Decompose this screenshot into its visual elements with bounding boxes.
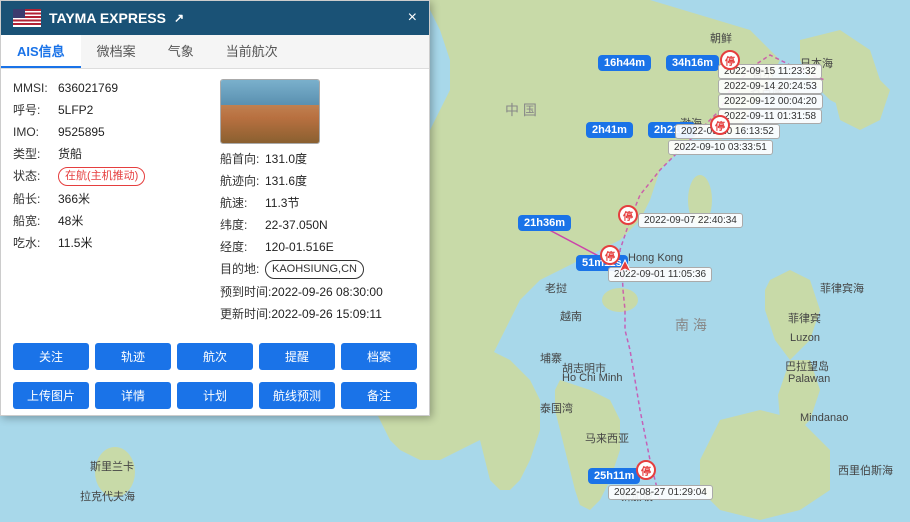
hochiminh-en-label: Ho Chi Minh <box>562 372 623 384</box>
south-sea-label: 南 海 <box>675 315 707 335</box>
imo-value: 9525895 <box>58 123 105 141</box>
ts-6: 2022-09-10 03:33:51 <box>668 140 773 155</box>
heading-value: 131.0度 <box>265 150 307 168</box>
speed-label: 航速: <box>220 194 265 212</box>
alert-button[interactable]: 提醒 <box>259 343 335 370</box>
external-link-icon[interactable]: ↗ <box>174 11 184 25</box>
malaysia-label: 马来西亚 <box>585 430 629 446</box>
callsign-label: 呼号: <box>13 101 58 119</box>
width-label: 船宽: <box>13 212 58 230</box>
time-badge-2: 34h16m <box>666 55 719 71</box>
heading-label: 船首向: <box>220 150 265 168</box>
luzon-label: Luzon <box>790 332 820 344</box>
panel-header: TAYMA EXPRESS ↗ × <box>1 1 429 35</box>
info-right-column: 船首向: 131.0度 航迹向: 131.6度 航速: 11.3节 纬度: 22… <box>220 79 417 327</box>
ts-3: 2022-09-12 00:04:20 <box>718 94 823 109</box>
hongkong-label: Hong Kong <box>628 252 683 264</box>
tab-weather[interactable]: 气象 <box>152 35 210 68</box>
laos-label: 老挝 <box>545 280 567 296</box>
file-button[interactable]: 档案 <box>341 343 417 370</box>
action-buttons-row1: 关注 轨迹 航次 提醒 档案 <box>1 337 429 376</box>
follow-button[interactable]: 关注 <box>13 343 89 370</box>
ts-2: 2022-09-14 20:24:53 <box>718 79 823 94</box>
cog-value: 131.6度 <box>265 172 307 190</box>
mmsi-value: 636021769 <box>58 79 118 97</box>
philippines-label: 菲律宾 <box>788 310 821 326</box>
lat-label: 纬度: <box>220 216 265 234</box>
eta-label: 预到时间: <box>220 283 271 301</box>
info-panel: TAYMA EXPRESS ↗ × AIS信息 微档案 气象 当前航次 MMSI… <box>0 0 430 416</box>
time-badge-1: 16h44m <box>598 55 651 71</box>
ship-photo <box>220 79 320 144</box>
celebes-label: 西里伯斯海 <box>838 462 893 478</box>
flag-icon <box>13 9 41 27</box>
palawan-label: 巴拉望岛 <box>785 358 829 374</box>
laccadive-label: 拉克代夫海 <box>80 488 135 504</box>
ship-name: TAYMA EXPRESS <box>49 10 166 26</box>
philippine-sea-label: 菲律宾海 <box>820 280 864 296</box>
length-label: 船长: <box>13 190 58 208</box>
type-value: 货船 <box>58 145 82 163</box>
callsign-value: 5LFP2 <box>58 101 93 119</box>
cambodia-label: 埔寨 <box>540 350 562 366</box>
voyage-button[interactable]: 航次 <box>177 343 253 370</box>
info-left-column: MMSI: 636021769 呼号: 5LFP2 IMO: 9525895 类… <box>13 79 210 327</box>
plan-button[interactable]: 计划 <box>177 382 253 409</box>
action-buttons-row2: 上传图片 详情 计划 航线预测 备注 <box>1 376 429 415</box>
note-button[interactable]: 备注 <box>341 382 417 409</box>
track-button[interactable]: 轨迹 <box>95 343 171 370</box>
status-label: 状态: <box>13 167 58 185</box>
update-value: 2022-09-26 15:09:11 <box>271 305 382 323</box>
width-value: 48米 <box>58 212 83 230</box>
north-korea-label: 朝鲜 <box>710 30 732 46</box>
china-label: 中 国 <box>505 100 537 120</box>
time-badge-7: 25h11m <box>588 468 640 484</box>
dest-label: 目的地: <box>220 260 265 278</box>
stop-badge-3: 停 <box>618 205 638 225</box>
lat-value: 22-37.050N <box>265 216 328 234</box>
dest-value: KAOHSIUNG,CN <box>265 260 364 279</box>
route-forecast-button[interactable]: 航线预测 <box>259 382 335 409</box>
lon-label: 经度: <box>220 238 265 256</box>
srilanka-label: 斯里兰卡 <box>90 458 134 474</box>
tab-ais[interactable]: AIS信息 <box>1 35 81 68</box>
length-value: 366米 <box>58 190 90 208</box>
close-button[interactable]: × <box>408 10 417 26</box>
ship-position <box>615 258 635 281</box>
update-label: 更新时间: <box>220 305 271 323</box>
draft-label: 吃水: <box>13 234 58 252</box>
ts-9: 2022-08-27 01:29:04 <box>608 485 713 500</box>
tabs-bar: AIS信息 微档案 气象 当前航次 <box>1 35 429 69</box>
eta-value: 2022-09-26 08:30:00 <box>271 283 382 301</box>
mindanao-label: Mindanao <box>800 412 848 424</box>
speed-value: 11.3节 <box>265 194 299 212</box>
tab-voyage[interactable]: 当前航次 <box>210 35 294 68</box>
mmsi-label: MMSI: <box>13 79 58 97</box>
thailand-gulf-label: 泰国湾 <box>540 400 573 416</box>
lon-value: 120-01.516E <box>265 238 334 256</box>
type-label: 类型: <box>13 145 58 163</box>
imo-label: IMO: <box>13 123 58 141</box>
vietnam-label: 越南 <box>560 308 582 324</box>
ts-4: 2022-09-11 01:31:58 <box>718 109 822 124</box>
stop-badge-2: 停 <box>710 115 730 135</box>
palawan-en-label: Palawan <box>788 373 830 385</box>
stop-badge-5: 停 <box>636 460 656 480</box>
detail-button[interactable]: 详情 <box>95 382 171 409</box>
status-value: 在航(主机推动) <box>58 167 145 186</box>
time-badge-5: 21h36m <box>518 215 571 231</box>
cog-label: 航迹向: <box>220 172 265 190</box>
tab-profile[interactable]: 微档案 <box>81 35 152 68</box>
upload-button[interactable]: 上传图片 <box>13 382 89 409</box>
time-badge-3: 2h41m <box>586 122 633 138</box>
ts-7: 2022-09-07 22:40:34 <box>638 213 743 228</box>
stop-badge-1: 停 <box>720 50 740 70</box>
draft-value: 11.5米 <box>58 234 92 252</box>
